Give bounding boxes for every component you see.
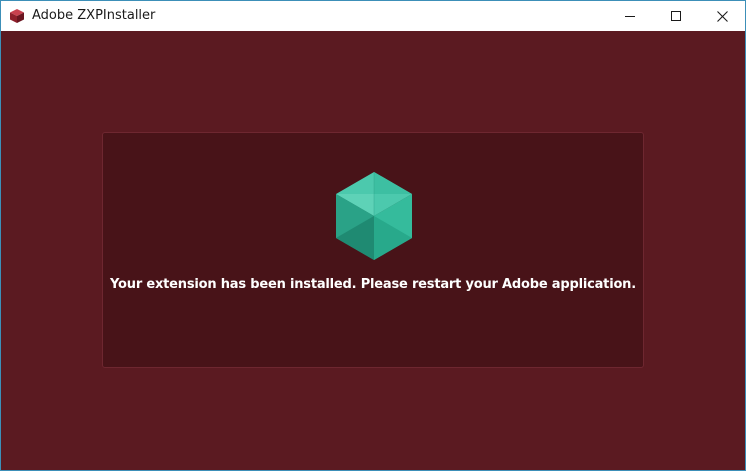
app-window: Adobe ZXPInstaller Your extension has be… [0, 0, 746, 471]
close-button[interactable] [699, 1, 745, 31]
install-status-panel: Your extension has been installed. Pleas… [102, 132, 644, 368]
window-title: Adobe ZXPInstaller [32, 8, 156, 23]
install-success-message: Your extension has been installed. Pleas… [110, 277, 636, 292]
maximize-button[interactable] [653, 1, 699, 31]
minimize-button[interactable] [607, 1, 653, 31]
close-icon [716, 10, 728, 22]
minimize-icon [625, 16, 635, 17]
maximize-icon [671, 11, 681, 21]
zxpinstaller-app-icon [9, 8, 25, 24]
main-content: Your extension has been installed. Pleas… [1, 31, 745, 470]
title-bar[interactable]: Adobe ZXPInstaller [1, 1, 745, 31]
cube-icon [336, 172, 412, 260]
